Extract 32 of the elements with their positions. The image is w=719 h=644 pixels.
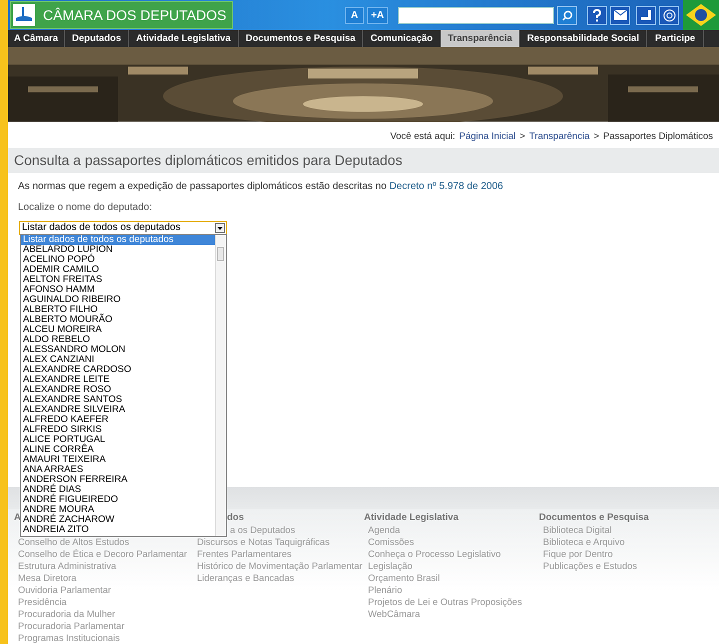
intro-text: As normas que regem a expedição de passaportes diplomáticos estão descritas no Decreto nº 5.978 de 2006: [18, 180, 504, 192]
breadcrumb-link[interactable]: Transparência: [529, 130, 590, 142]
font-size-button[interactable]: +A: [366, 6, 388, 24]
footer-heading: A: [14, 512, 21, 524]
page-title: Consulta a passaportes diplomáticos emitidos para Deputados: [8, 148, 719, 173]
search-button[interactable]: [557, 6, 577, 24]
breadcrumb-label: Você está aqui:: [390, 130, 456, 142]
breadcrumb-separator: >: [594, 130, 600, 142]
breadcrumb-current: Passaportes Diplomáticos: [603, 130, 713, 142]
site-title: CÂMARA DOS DEPUTADOS: [43, 7, 226, 23]
search-field[interactable]: [398, 6, 554, 24]
nav-tab[interactable]: Transparência: [440, 30, 520, 47]
footer-heading: Atividade Legislativa: [364, 512, 459, 524]
search-icon: [562, 10, 572, 20]
footer-heading: dos: [227, 512, 244, 524]
footer-heading: Documentos e Pesquisa: [539, 512, 649, 524]
dropdown-option[interactable]: Listar dados de todos os deputados: [21, 234, 215, 245]
breadcrumb-link[interactable]: Página Inicial: [459, 130, 516, 142]
tcu-button[interactable]: [659, 6, 679, 24]
help-icon: [592, 8, 602, 22]
help-button[interactable]: [587, 6, 607, 24]
flag-icon: [683, 0, 719, 30]
breadcrumb-separator: >: [520, 130, 526, 142]
scrollbar[interactable]: [215, 234, 226, 536]
decree-link[interactable]: Decreto nº 5.978 de 2006: [389, 180, 504, 192]
font-size-button[interactable]: A: [344, 6, 364, 24]
field-label: Localize o nome do deputado:: [18, 202, 153, 213]
mail-button[interactable]: [610, 6, 630, 24]
deputy-select[interactable]: Listar dados de todos os deputados: [19, 220, 227, 235]
seal-icon: [662, 8, 676, 22]
logo-icon: [13, 4, 35, 26]
mail-icon: [614, 10, 626, 20]
